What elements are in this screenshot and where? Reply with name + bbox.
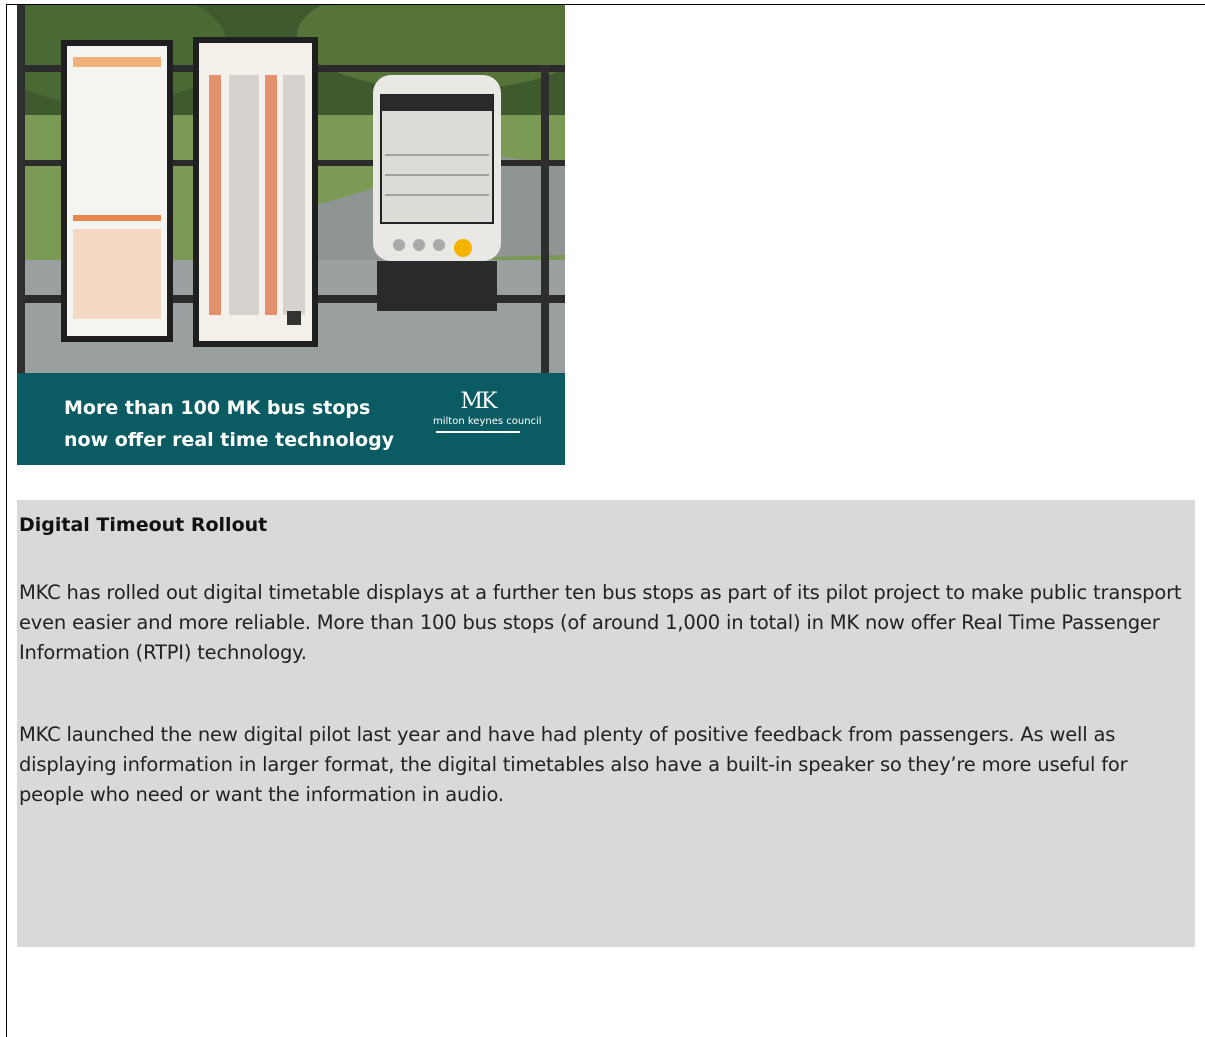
logo-text: milton keynes council [433,416,542,427]
caption-banner: More than 100 MK bus stops now offer rea… [17,373,565,465]
frame-left-border [6,4,7,1037]
council-logo: MK milton keynes council [433,389,542,449]
bus-stop-photo: More than 100 MK bus stops now offer rea… [17,5,565,465]
banner-line-2: now offer real time technology [64,429,395,451]
article-paragraph-1: MKC has rolled out digital timetable dis… [19,581,1182,664]
banner-line-1: More than 100 MK bus stops [64,397,371,419]
article-box: Digital Timeout Rollout MKC has rolled o… [17,500,1195,947]
article-title: Digital Timeout Rollout [19,514,268,536]
bus-stop-illustration [17,5,565,373]
logo-underline [436,431,520,433]
banner-text: More than 100 MK bus stops now offer rea… [64,392,394,456]
article-paragraph-2: MKC launched the new digital pilot last … [19,723,1128,806]
logo-mark: MK [460,389,498,414]
